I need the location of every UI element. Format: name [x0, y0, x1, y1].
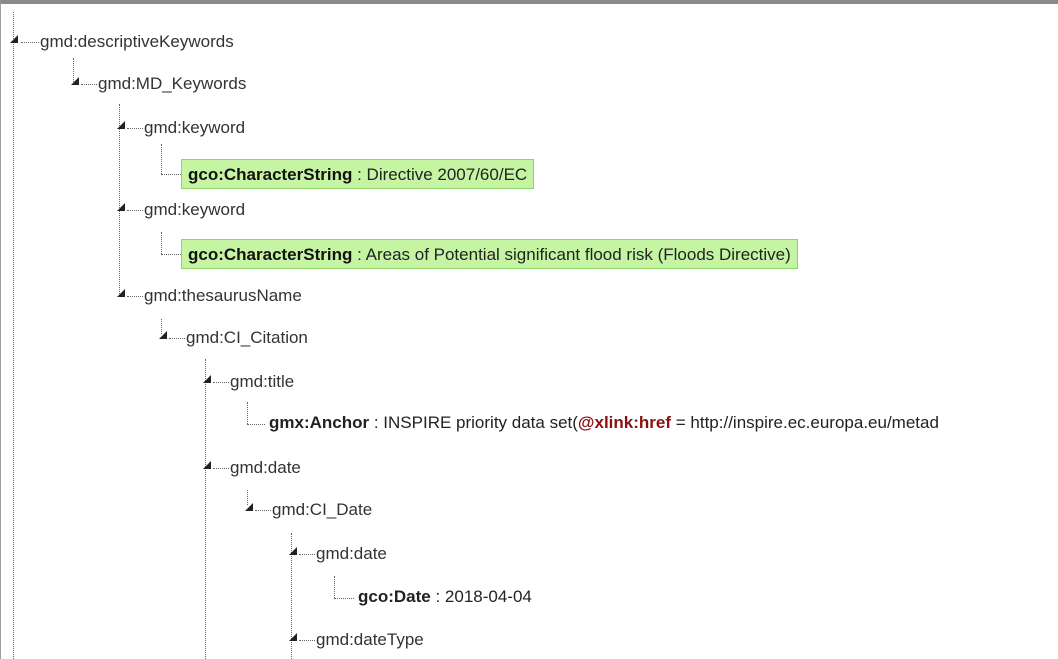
leaf-element-name: gco:CharacterString — [188, 245, 353, 264]
tree-node-keyword[interactable]: gmd:keyword — [144, 117, 245, 139]
leaf-value: INSPIRE priority data set( — [383, 413, 578, 432]
leaf-character-string[interactable]: gco:CharacterString : Areas of Potential… — [181, 239, 798, 269]
expand-triangle-icon[interactable] — [10, 35, 18, 43]
expand-triangle-icon[interactable] — [245, 503, 253, 511]
tree-node-date[interactable]: gmd:date — [316, 543, 387, 565]
leaf-element-name: gco:Date — [358, 587, 431, 606]
attribute-separator: = — [671, 413, 691, 432]
expand-triangle-icon[interactable] — [117, 203, 125, 211]
attribute-value: http://inspire.ec.europa.eu/metad — [690, 413, 939, 432]
leaf-separator: : — [352, 245, 366, 264]
leaf-character-string[interactable]: gco:CharacterString : Directive 2007/60/… — [181, 159, 535, 189]
expand-triangle-icon[interactable] — [289, 547, 297, 555]
leaf-element-name: gmx:Anchor — [269, 413, 370, 432]
attribute-name: @xlink:href — [577, 413, 672, 432]
expand-triangle-icon[interactable] — [117, 121, 125, 129]
tree-node-ci-citation[interactable]: gmd:CI_Citation — [186, 327, 308, 349]
leaf-date[interactable]: gco:Date : 2018-04-04 — [352, 582, 538, 612]
leaf-separator: : — [369, 413, 384, 432]
tree-node-thesaurus-name[interactable]: gmd:thesaurusName — [144, 285, 302, 307]
leaf-anchor[interactable]: gmx:Anchor : INSPIRE priority data set(@… — [263, 408, 945, 438]
xml-tree-panel: gmd:descriptiveKeywords gmd:MD_Keywords … — [0, 0, 1058, 659]
leaf-element-name: gco:CharacterString — [188, 165, 353, 184]
tree-node-md-keywords[interactable]: gmd:MD_Keywords — [98, 73, 246, 95]
leaf-value: 2018-04-04 — [444, 587, 532, 606]
tree-node-descriptive-keywords[interactable]: gmd:descriptiveKeywords — [40, 31, 234, 53]
leaf-value: Areas of Potential significant flood ris… — [365, 245, 791, 264]
tree-node-keyword[interactable]: gmd:keyword — [144, 199, 245, 221]
tree-node-ci-date[interactable]: gmd:CI_Date — [272, 499, 372, 521]
expand-triangle-icon[interactable] — [159, 331, 167, 339]
leaf-separator: : — [352, 165, 367, 184]
expand-triangle-icon[interactable] — [203, 461, 211, 469]
tree-node-title[interactable]: gmd:title — [230, 371, 294, 393]
xml-tree: gmd:descriptiveKeywords gmd:MD_Keywords … — [1, 4, 1058, 659]
expand-triangle-icon[interactable] — [71, 77, 79, 85]
tree-node-date[interactable]: gmd:date — [230, 457, 301, 479]
expand-triangle-icon[interactable] — [117, 289, 125, 297]
tree-node-date-type[interactable]: gmd:dateType — [316, 629, 424, 651]
leaf-value: Directive 2007/60/EC — [366, 165, 528, 184]
expand-triangle-icon[interactable] — [203, 375, 211, 383]
expand-triangle-icon[interactable] — [289, 633, 297, 641]
leaf-separator: : — [430, 587, 445, 606]
